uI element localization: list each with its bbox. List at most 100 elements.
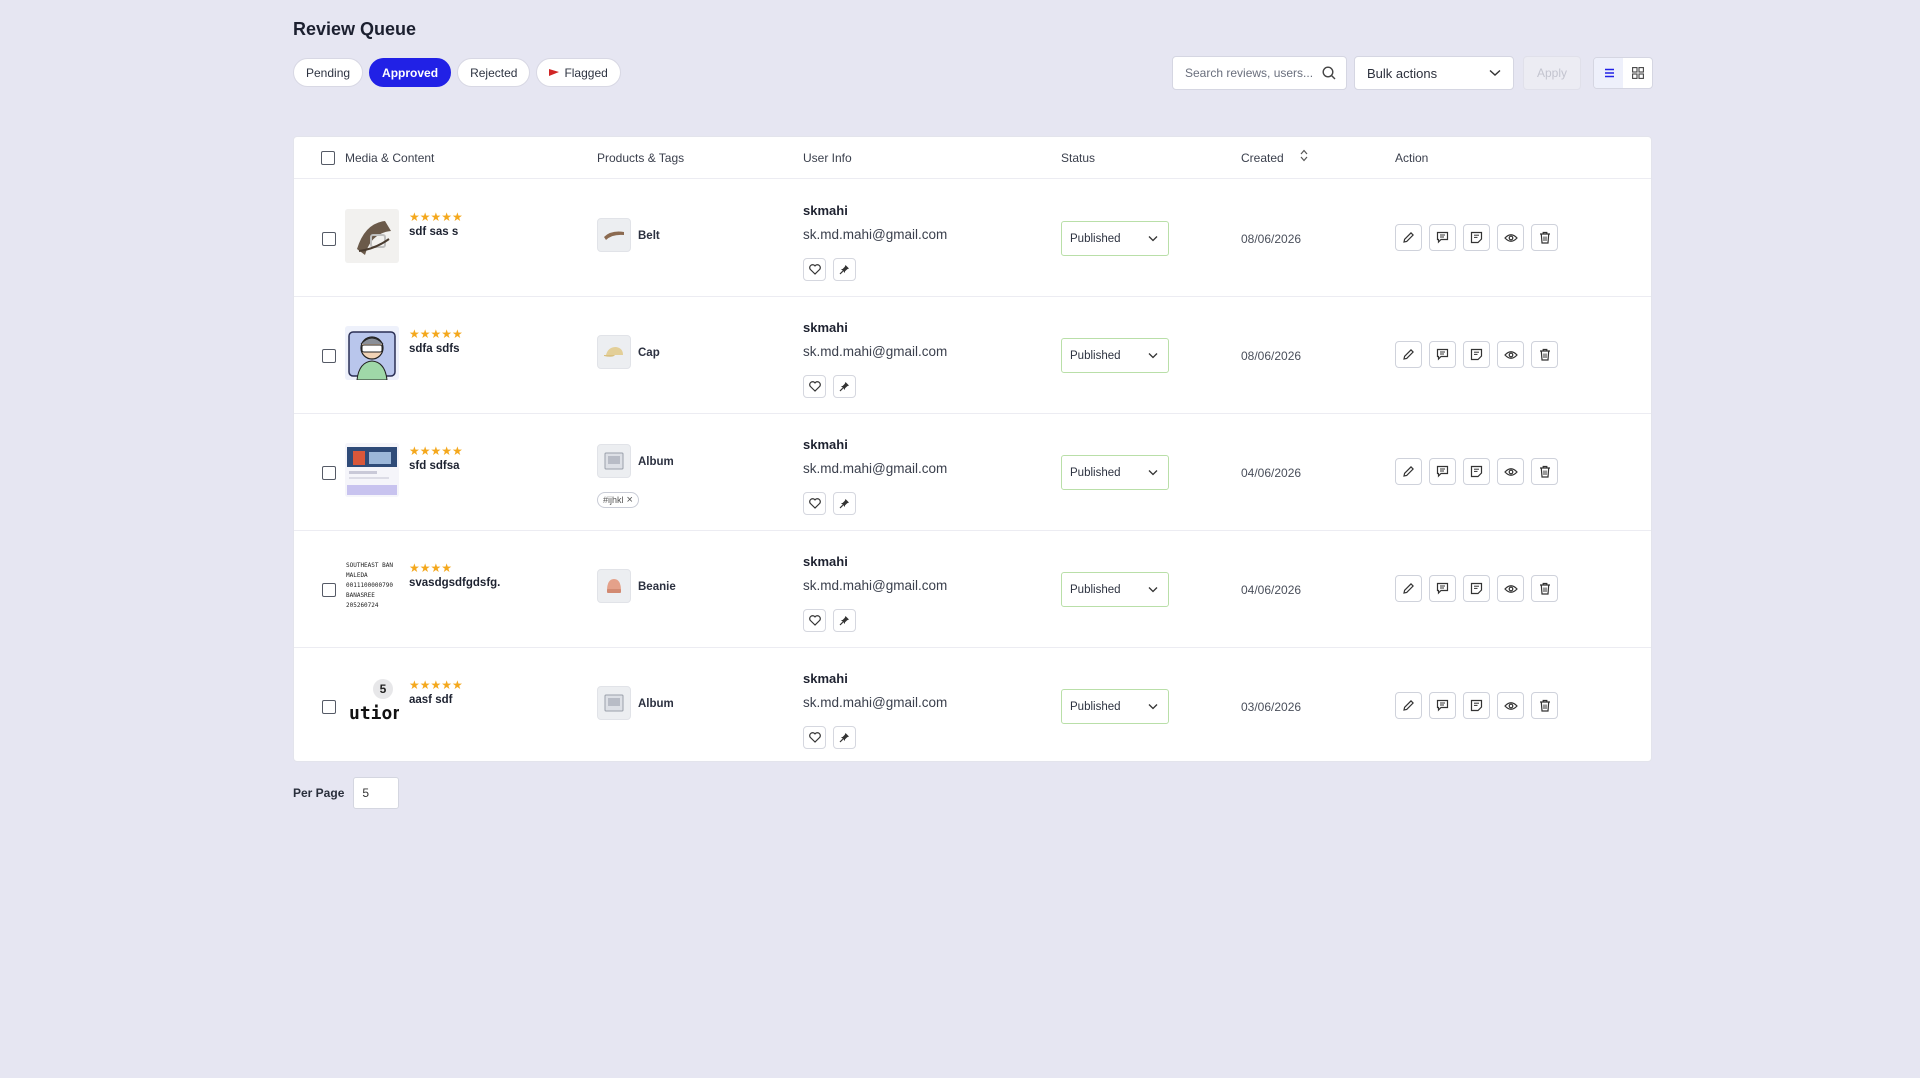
edit-button[interactable] [1395,224,1422,251]
like-button[interactable] [803,609,826,632]
pin-button[interactable] [833,258,856,281]
note-icon [1470,348,1483,361]
list-view-button[interactable] [1594,58,1623,88]
note-button[interactable] [1463,458,1490,485]
pin-button[interactable] [833,375,856,398]
status-select[interactable]: Published [1061,689,1169,724]
pin-button[interactable] [833,726,856,749]
comment-icon [1436,699,1449,712]
per-page-label: Per Page [293,786,345,800]
like-button[interactable] [803,258,826,281]
bulk-actions-select[interactable]: Bulk actions [1354,56,1514,90]
edit-button[interactable] [1395,341,1422,368]
like-button[interactable] [803,492,826,515]
view-button[interactable] [1497,224,1524,251]
review-title: sfd sdfsa [409,460,460,472]
view-button[interactable] [1497,458,1524,485]
delete-button[interactable] [1531,575,1558,602]
view-button[interactable] [1497,692,1524,719]
review-title: sdf sas s [409,226,459,238]
grid-view-button[interactable] [1623,58,1652,88]
review-title: aasf sdf [409,694,453,706]
review-media-thumbnail[interactable] [345,443,399,497]
reply-button[interactable] [1429,575,1456,602]
delete-button[interactable] [1531,692,1558,719]
delete-button[interactable] [1531,224,1558,251]
user-email: sk.md.mahi@gmail.com [803,461,948,476]
row-checkbox[interactable] [322,232,336,246]
select-all-checkbox[interactable] [321,151,335,165]
status-select[interactable]: Published [1061,338,1169,373]
note-button[interactable] [1463,341,1490,368]
row-checkbox[interactable] [322,349,336,363]
review-media-thumbnail[interactable] [345,209,399,263]
row-checkbox[interactable] [322,583,336,597]
pin-button[interactable] [833,492,856,515]
flag-icon [549,68,560,77]
tab-label: Flagged [564,65,608,80]
page-title: Review Queue [293,19,417,39]
view-button[interactable] [1497,575,1524,602]
reply-button[interactable] [1429,692,1456,719]
heart-icon [808,498,821,509]
status-select[interactable]: Published [1061,221,1169,256]
rating-stars: ★★★★★ [409,444,463,458]
close-icon[interactable]: × [627,494,633,506]
username: skmahi [803,203,848,218]
review-media-thumbnail[interactable]: SOUTHEAST BAN MALEDA 0011100000790 BANASREE… [345,560,399,614]
tab-approved[interactable]: Approved [369,58,452,87]
reply-button[interactable] [1429,341,1456,368]
header-user: User Info [803,151,852,165]
pin-button[interactable] [833,609,856,632]
pencil-icon [1402,231,1415,244]
row-actions [1395,575,1558,602]
review-media-thumbnail[interactable] [345,326,399,380]
edit-button[interactable] [1395,575,1422,602]
search-box [1172,56,1347,90]
tab-flagged[interactable]: Flagged [536,58,621,87]
apply-button[interactable]: Apply [1523,56,1581,90]
tag-chip[interactable]: #ijhkl × [597,492,639,508]
row-checkbox[interactable] [322,700,336,714]
list-view-icon [1603,68,1615,78]
user-buttons [803,375,856,398]
per-page-input[interactable]: 5 [353,777,400,809]
row-actions [1395,224,1558,251]
table-row: ★★★★★ sdf sas s Belt skmahi sk.md.mahi@g… [294,180,1651,297]
reply-button[interactable] [1429,458,1456,485]
pencil-icon [1402,699,1415,712]
user-buttons [803,492,856,515]
tab-rejected[interactable]: Rejected [457,58,531,87]
row-checkbox[interactable] [322,466,336,480]
sort-icon[interactable] [1300,149,1308,162]
heart-icon [808,264,821,275]
view-button[interactable] [1497,341,1524,368]
like-button[interactable] [803,726,826,749]
edit-button[interactable] [1395,458,1422,485]
created-date: 08/06/2026 [1241,349,1302,363]
search-input[interactable] [1185,66,1315,80]
note-button[interactable] [1463,575,1490,602]
status-label: Published [1070,466,1121,479]
note-button[interactable] [1463,224,1490,251]
comment-icon [1436,348,1449,361]
edit-button[interactable] [1395,692,1422,719]
eye-icon [1503,584,1518,594]
delete-button[interactable] [1531,458,1558,485]
table-row: ★★★★★ sfd sdfsa Album skmahi sk.md.mahi@… [294,414,1651,531]
reply-button[interactable] [1429,224,1456,251]
delete-button[interactable] [1531,341,1558,368]
table-row: 5 ution ★★★★★ aasf sdf Album skmahi sk.md… [294,648,1651,765]
like-button[interactable] [803,375,826,398]
document-line: MALEDA [346,572,368,579]
review-media-thumbnail[interactable]: 5 ution [345,677,399,731]
search-icon[interactable] [1322,66,1336,80]
header-created[interactable]: Created [1241,151,1284,165]
user-email: sk.md.mahi@gmail.com [803,695,948,710]
eye-icon [1503,701,1518,711]
status-select[interactable]: Published [1061,455,1169,490]
status-select[interactable]: Published [1061,572,1169,607]
note-button[interactable] [1463,692,1490,719]
album-product-icon [604,452,624,470]
tab-pending[interactable]: Pending [293,58,364,87]
